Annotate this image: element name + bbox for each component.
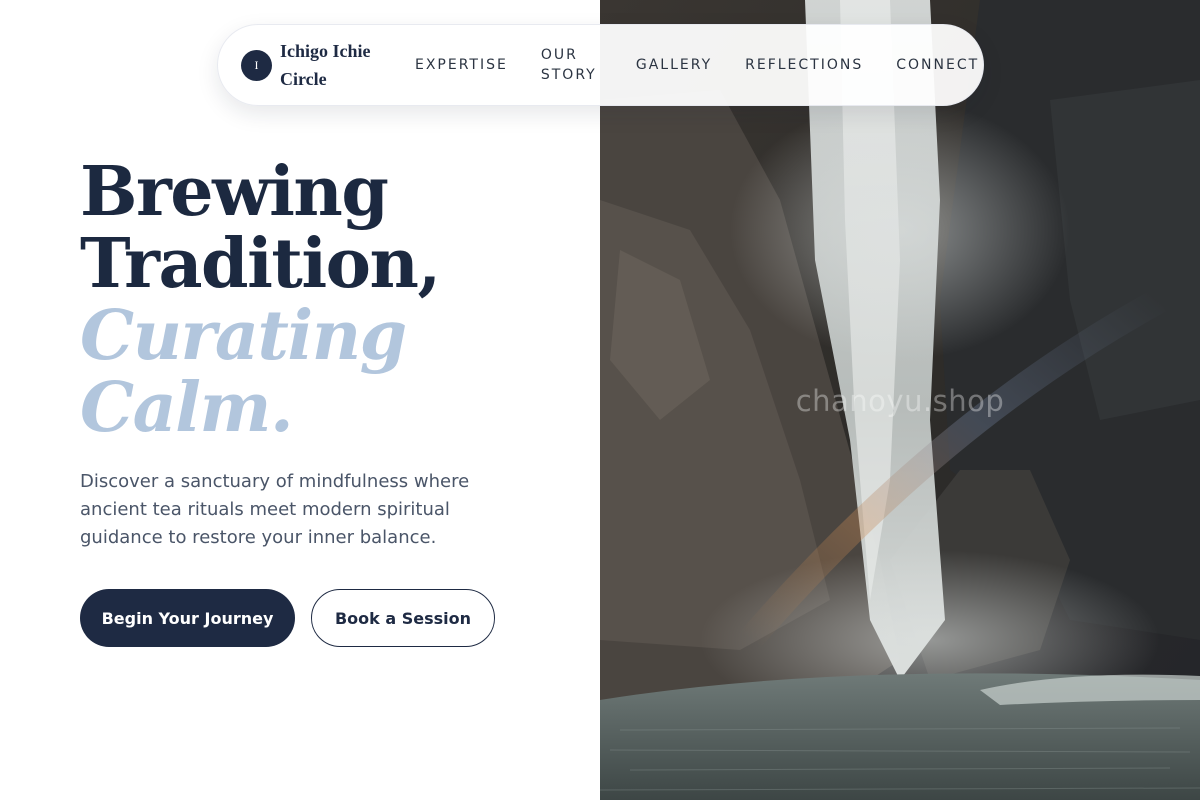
hero-headline: Brewing Tradition, Curating Calm.	[80, 156, 560, 444]
nav-link-expertise[interactable]: EXPERTISE	[415, 55, 508, 75]
nav-link-gallery[interactable]: GALLERY	[636, 55, 712, 75]
brand-name: Ichigo Ichie Circle	[280, 41, 371, 89]
hero-description: Discover a sanctuary of mindfulness wher…	[80, 471, 470, 548]
watermark-text: chanoyu.shop	[795, 384, 1005, 418]
hero-image: chanoyu.shop	[600, 0, 1200, 800]
hero-actions: Begin Your Journey Book a Session	[80, 589, 495, 647]
headline-accent-line-1: Curating	[80, 296, 407, 376]
begin-journey-button[interactable]: Begin Your Journey	[80, 589, 295, 647]
headline-accent-line-2: Calm.	[80, 368, 294, 448]
nav-links: EXPERTISE OUR STORY GALLERY REFLECTIONS …	[415, 45, 979, 85]
hero-content: Brewing Tradition, Curating Calm. Discov…	[80, 156, 560, 552]
nav-link-our-story[interactable]: OUR STORY	[541, 45, 603, 85]
book-session-button[interactable]: Book a Session	[311, 589, 495, 647]
nav-link-connect[interactable]: CONNECT	[896, 55, 979, 75]
headline-line-1: Brewing	[80, 152, 389, 232]
brand-logo[interactable]: I Ichigo Ichie Circle	[241, 37, 381, 93]
nav-link-reflections[interactable]: REFLECTIONS	[745, 55, 863, 75]
brand-mark-icon: I	[241, 49, 272, 81]
headline-line-2: Tradition,	[80, 224, 441, 304]
main-nav: I Ichigo Ichie Circle EXPERTISE OUR STOR…	[217, 24, 984, 106]
